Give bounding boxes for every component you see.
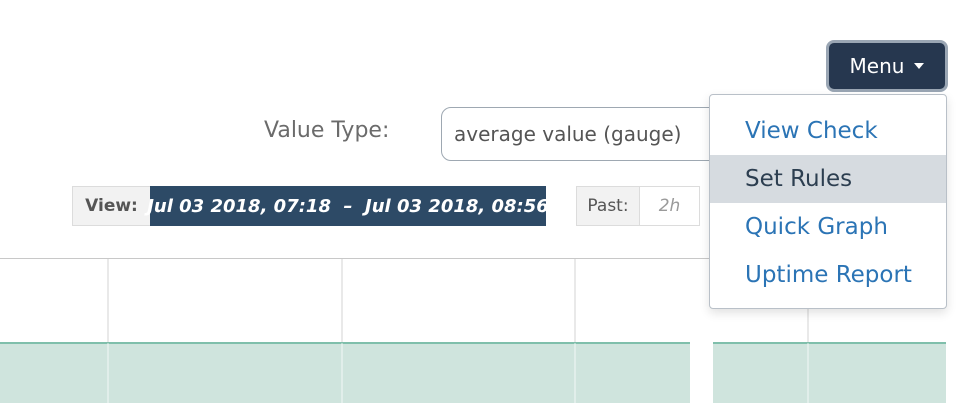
value-type-select[interactable]: average value (gauge) [441,107,741,161]
menu-item-uptime-report[interactable]: Uptime Report [710,251,946,299]
value-type-label: Value Type: [264,118,390,143]
chart-area-fill [713,343,946,403]
caret-down-icon [914,63,925,69]
value-type-selected: average value (gauge) [454,122,682,146]
chart-area-fill [0,343,690,403]
past-2h-button[interactable]: 2h [640,186,700,226]
menu-button-label: Menu [849,54,905,78]
view-range-picker[interactable]: Jul 03 2018, 07:18 – Jul 03 2018, 08:56 [147,186,549,226]
menu-button[interactable]: Menu [826,40,948,92]
view-label: View: [72,186,150,226]
past-label: Past: [576,186,640,226]
menu-item-view-check[interactable]: View Check [710,107,946,155]
menu-dropdown: View Check Set Rules Quick Graph Uptime … [709,94,947,309]
menu-item-set-rules[interactable]: Set Rules [710,155,946,203]
menu-item-quick-graph[interactable]: Quick Graph [710,203,946,251]
